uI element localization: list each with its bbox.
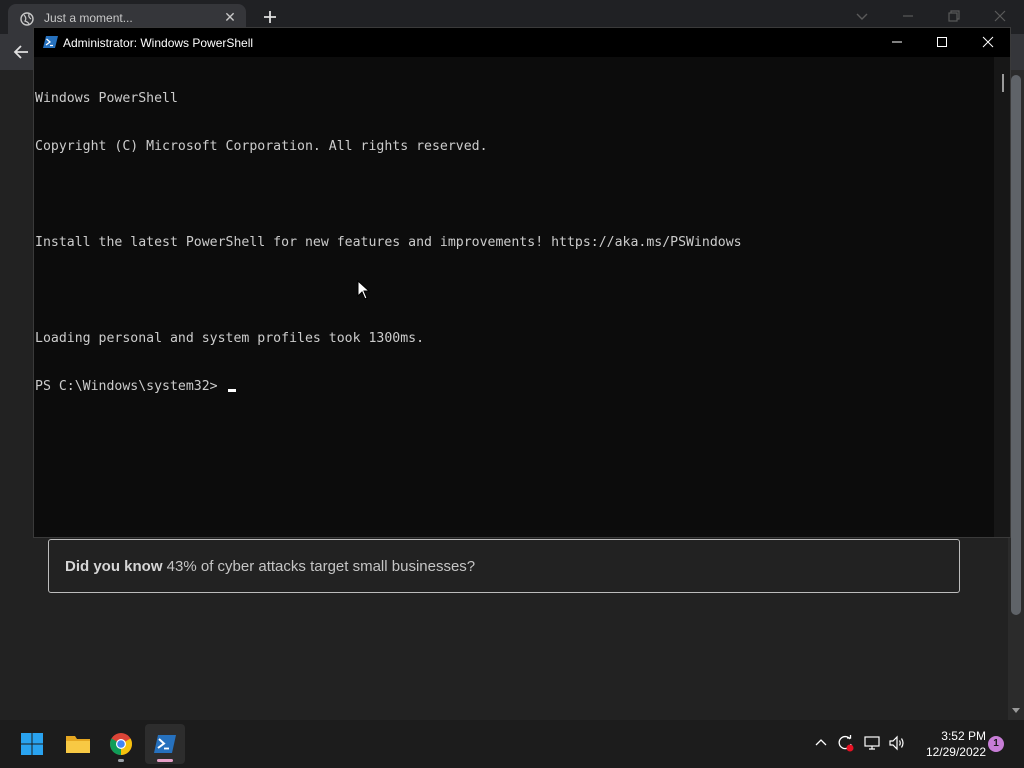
powershell-minimize-button[interactable] bbox=[874, 28, 920, 57]
tip-body: 43% of cyber attacks target small busine… bbox=[162, 558, 476, 575]
powershell-console[interactable]: Windows PowerShell Copyright (C) Microso… bbox=[34, 57, 994, 537]
browser-close-icon[interactable] bbox=[990, 6, 1010, 26]
file-explorer-icon bbox=[66, 736, 90, 753]
powershell-title-bar[interactable]: Administrator: Windows PowerShell bbox=[34, 28, 1010, 57]
console-line: Loading personal and system profiles too… bbox=[35, 331, 425, 346]
clock-date: 12/29/2022 bbox=[925, 745, 986, 759]
chrome-icon bbox=[110, 733, 132, 755]
tip-heading: Did you know bbox=[65, 558, 163, 575]
back-arrow-icon[interactable] bbox=[10, 41, 32, 63]
start-icon bbox=[21, 733, 43, 755]
page-scrollbar-thumb[interactable] bbox=[1011, 75, 1021, 615]
active-indicator bbox=[157, 759, 173, 762]
console-line: Windows PowerShell bbox=[35, 91, 178, 106]
notification-badge[interactable]: 1 bbox=[988, 736, 1004, 752]
running-indicator bbox=[118, 759, 124, 762]
tab-search-icon[interactable] bbox=[852, 6, 872, 26]
did-you-know-card: Did you know 43% of cyber attacks target… bbox=[48, 539, 960, 593]
powershell-close-button[interactable] bbox=[965, 28, 1011, 57]
chrome-button[interactable] bbox=[101, 724, 141, 764]
did-you-know-text: Did you know 43% of cyber attacks target… bbox=[65, 558, 475, 575]
scroll-down-arrow-icon[interactable] bbox=[1010, 704, 1022, 716]
mouse-pointer-icon bbox=[357, 280, 371, 300]
powershell-scrollbar[interactable] bbox=[994, 57, 1010, 537]
powershell-icon bbox=[43, 36, 58, 48]
browser-minimize-icon[interactable] bbox=[898, 6, 918, 26]
globe-icon bbox=[20, 12, 34, 26]
console-prompt: PS C:\Windows\system32> bbox=[35, 379, 226, 394]
powershell-icon bbox=[154, 735, 176, 753]
close-icon bbox=[982, 36, 994, 48]
text-cursor bbox=[227, 389, 236, 392]
taskbar-clock[interactable]: 3:52 PM 12/29/2022 bbox=[914, 728, 986, 760]
minimize-icon bbox=[892, 41, 902, 43]
chevron-up-icon[interactable] bbox=[812, 734, 830, 752]
powershell-window[interactable]: Administrator: Windows PowerShell Window… bbox=[33, 27, 1011, 538]
tab-title: Just a moment... bbox=[44, 11, 133, 25]
console-prompt-line[interactable]: PS C:\Windows\system32> bbox=[35, 379, 994, 395]
volume-icon[interactable] bbox=[888, 734, 906, 752]
powershell-window-title: Administrator: Windows PowerShell bbox=[63, 36, 254, 50]
file-explorer-button[interactable] bbox=[57, 724, 97, 764]
console-line: Copyright (C) Microsoft Corporation. All… bbox=[35, 139, 488, 154]
tab-close-icon[interactable]: ✕ bbox=[222, 9, 238, 25]
powershell-taskbar-button[interactable] bbox=[145, 724, 185, 764]
powershell-scrollbar-thumb[interactable] bbox=[1002, 74, 1004, 92]
maximize-icon bbox=[937, 37, 947, 47]
powershell-maximize-button[interactable] bbox=[919, 28, 965, 57]
network-icon[interactable] bbox=[863, 734, 881, 752]
start-button[interactable] bbox=[12, 724, 52, 764]
browser-restore-icon[interactable] bbox=[944, 6, 964, 26]
console-line: Install the latest PowerShell for new fe… bbox=[35, 235, 742, 250]
clock-time: 3:52 PM bbox=[941, 729, 986, 743]
sync-icon[interactable] bbox=[836, 734, 854, 752]
new-tab-icon[interactable] bbox=[260, 7, 280, 27]
